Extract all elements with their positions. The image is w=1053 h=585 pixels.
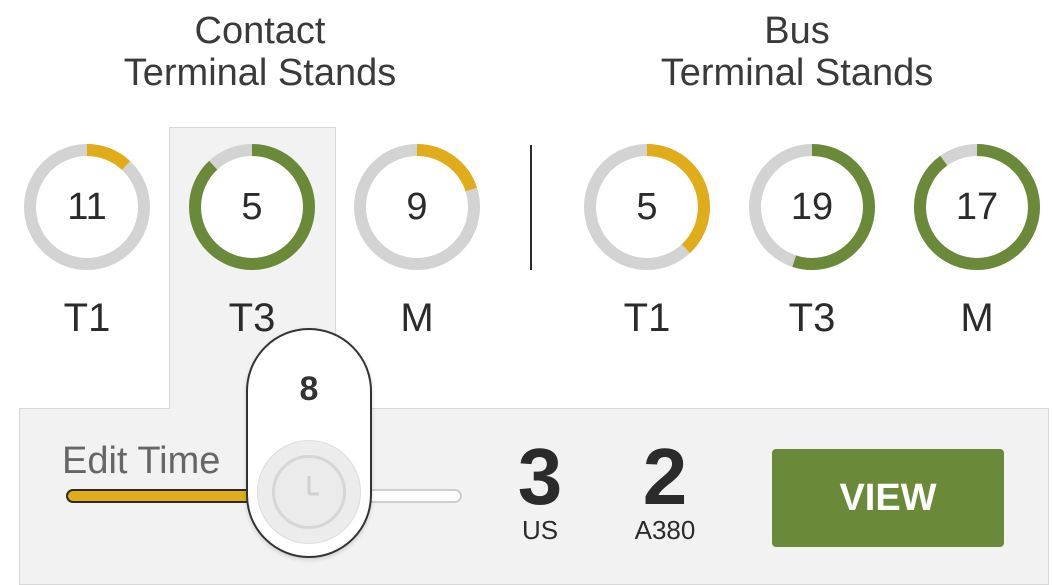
clock-icon — [307, 476, 319, 496]
view-button[interactable]: VIEW — [772, 449, 1004, 547]
group-divider — [530, 145, 532, 270]
stand-label: M — [960, 296, 994, 340]
contact-title-line1: Contact — [194, 10, 326, 52]
contact-title-line2: Terminal Stands — [123, 52, 397, 94]
stat-a380-label: A380 — [634, 515, 696, 545]
edit-time-value: 8 — [299, 370, 319, 408]
edit-time-label: Edit Time — [62, 440, 221, 482]
stat-a380: 2 A380 — [615, 435, 715, 546]
stand-count: 17 — [955, 186, 999, 228]
contact-terminal-stands-title: Contact Terminal Stands — [60, 10, 460, 94]
stand-count: 5 — [636, 186, 658, 228]
stand-label: T1 — [623, 296, 671, 340]
bus-title-line2: Terminal Stands — [660, 52, 934, 94]
stat-us-value: 3 — [517, 432, 563, 521]
stand-bus-m[interactable]: 17 M — [912, 142, 1042, 341]
stand-contact-m[interactable]: 9 M — [352, 142, 482, 341]
stand-bus-t3[interactable]: 19 T3 — [747, 142, 877, 341]
edit-time-slider-handle[interactable]: 8 — [246, 328, 372, 558]
stand-contact-t3[interactable]: 5 T3 — [187, 142, 317, 341]
stand-count: 11 — [67, 186, 107, 228]
stand-count: 9 — [406, 186, 428, 228]
bus-terminal-stands-title: Bus Terminal Stands — [597, 10, 997, 94]
stand-label: T1 — [63, 296, 111, 340]
stat-us-label: US — [521, 515, 559, 545]
slider-knob[interactable] — [257, 440, 361, 544]
stand-label: T3 — [788, 296, 836, 340]
stand-count: 5 — [241, 186, 263, 228]
stand-contact-t1[interactable]: 11 T1 — [22, 142, 152, 341]
stat-us: 3 US — [505, 435, 575, 546]
stand-count: 19 — [790, 186, 834, 228]
stand-bus-t1[interactable]: 5 T1 — [582, 142, 712, 341]
stat-a380-value: 2 — [642, 432, 688, 521]
stand-label: M — [400, 296, 434, 340]
bus-title-line1: Bus — [764, 10, 830, 52]
